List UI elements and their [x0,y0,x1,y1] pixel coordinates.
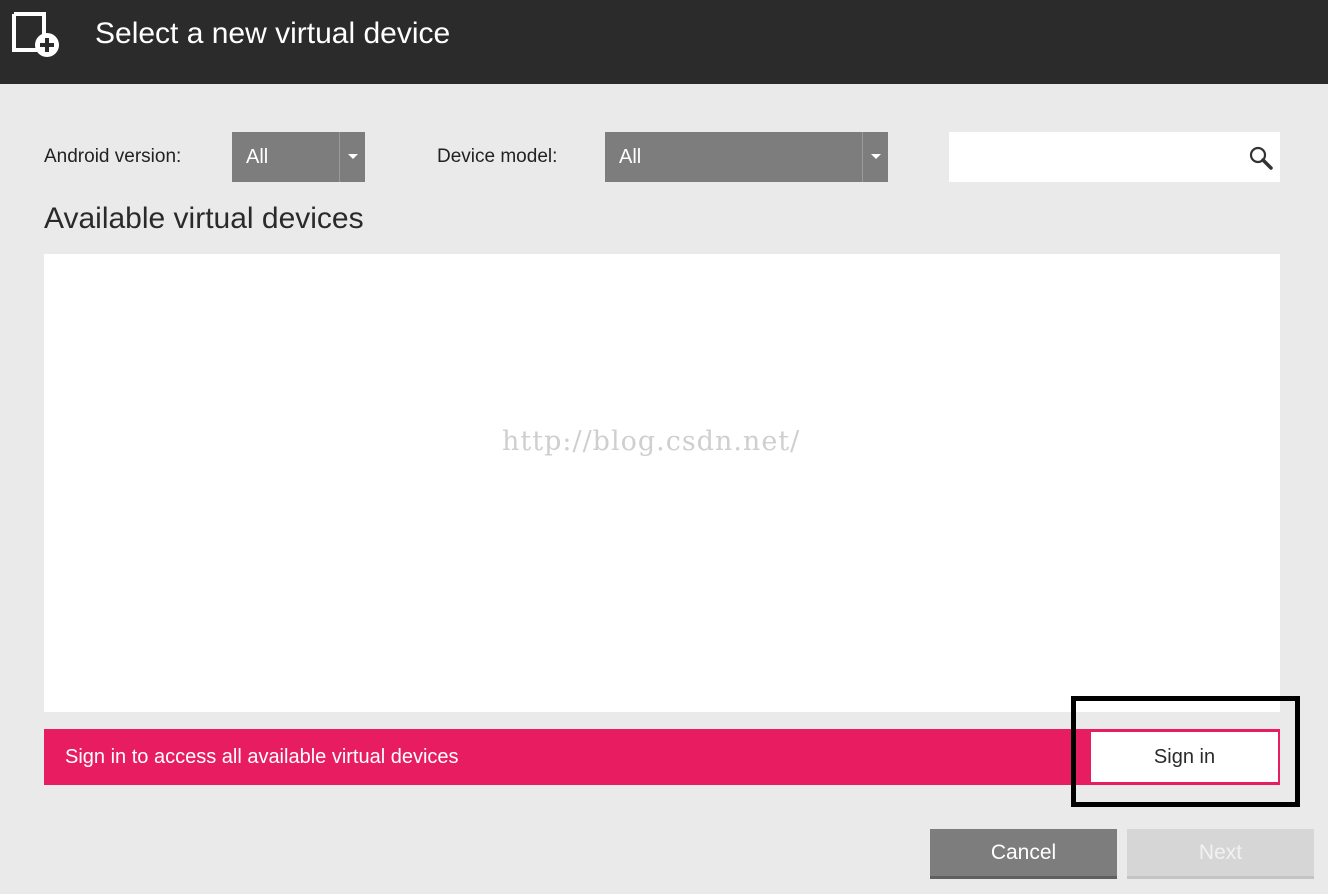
android-version-value: All [246,146,269,168]
available-devices-heading: Available virtual devices [44,202,364,235]
device-list[interactable]: http://blog.csdn.net/ [44,254,1280,712]
next-button[interactable]: Next [1127,829,1314,879]
device-model-label: Device model: [437,146,558,167]
title-bar: Select a new virtual device [0,0,1328,84]
search-input[interactable] [949,132,1239,182]
signin-button[interactable]: Sign in [1089,730,1280,784]
android-version-label: Android version: [44,146,182,167]
android-version-select[interactable]: All [232,132,365,182]
window-title: Select a new virtual device [95,17,451,50]
signin-banner-message: Sign in to access all available virtual … [65,746,459,768]
device-model-dropdown-toggle[interactable] [862,132,888,182]
search-box[interactable] [949,132,1280,182]
android-version-dropdown-toggle[interactable] [339,132,365,182]
chevron-down-icon [871,154,881,159]
add-device-icon [10,10,64,60]
watermark: http://blog.csdn.net/ [502,426,801,457]
device-model-value: All [619,146,642,168]
device-model-select[interactable]: All [605,132,888,182]
chevron-down-icon [348,154,358,159]
cancel-button[interactable]: Cancel [930,829,1117,879]
search-icon[interactable] [1248,145,1274,171]
